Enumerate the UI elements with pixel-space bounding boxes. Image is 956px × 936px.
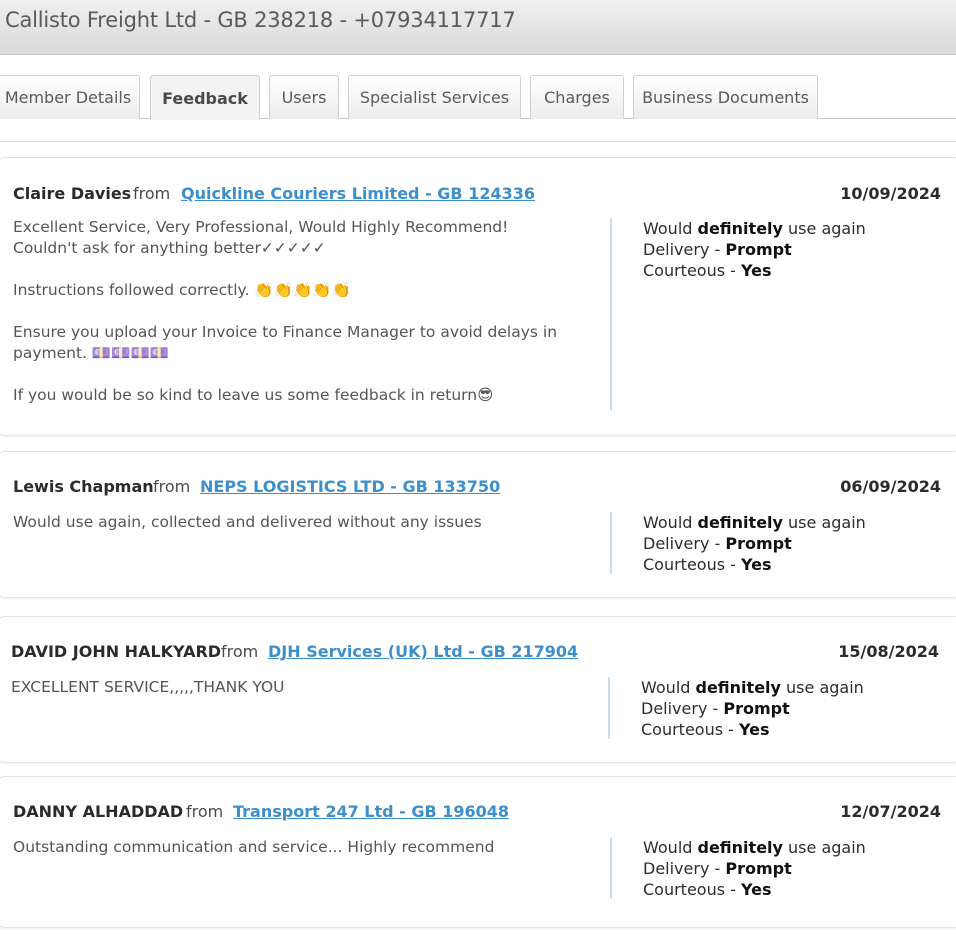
member-title: Callisto Freight Ltd - GB 238218 - +0793… xyxy=(5,8,516,32)
ratings-block: Would definitely use again Delivery - Pr… xyxy=(643,218,866,281)
comment-paragraph: Outstanding communication and service...… xyxy=(13,838,495,856)
delivery-rating: Delivery - Prompt xyxy=(643,534,792,553)
tab-member-details[interactable]: Member Details xyxy=(0,75,140,119)
from-label: from xyxy=(221,642,259,661)
from-label: from xyxy=(153,477,191,496)
courteous-rating: Courteous - Yes xyxy=(643,880,772,899)
tab-label: Users xyxy=(281,88,327,107)
feedback-comment: EXCELLENT SERVICE,,,,,THANK YOU xyxy=(11,677,581,698)
delivery-rating: Delivery - Prompt xyxy=(643,240,792,259)
page-header: Callisto Freight Ltd - GB 238218 - +0793… xyxy=(0,0,956,55)
reviewer-name: Lewis Chapman xyxy=(13,477,154,496)
column-divider xyxy=(610,512,612,574)
comment-paragraph: Ensure you upload your Invoice to Financ… xyxy=(13,323,558,362)
comment-paragraph: EXCELLENT SERVICE,,,,,THANK YOU xyxy=(11,678,285,696)
ratings-block: Would definitely use again Delivery - Pr… xyxy=(643,837,866,900)
would-use-again: Would definitely use again xyxy=(643,219,866,238)
tab-users[interactable]: Users xyxy=(269,75,339,119)
would-use-again: Would definitely use again xyxy=(641,678,864,697)
comment-paragraph: Instructions followed correctly. 👏👏👏👏👏 xyxy=(13,281,351,299)
tab-label: Charges xyxy=(544,88,610,107)
courteous-rating: Courteous - Yes xyxy=(641,720,770,739)
comment-paragraph: If you would be so kind to leave us some… xyxy=(13,386,494,404)
feedback-card: DANNY ALHADDAD from Transport 247 Ltd - … xyxy=(0,776,956,928)
courteous-rating: Courteous - Yes xyxy=(643,555,772,574)
feedback-header: DANNY ALHADDAD from Transport 247 Ltd - … xyxy=(0,802,956,826)
column-divider xyxy=(610,837,612,899)
from-label: from xyxy=(133,184,171,203)
reviewer-name: Claire Davies xyxy=(13,184,132,203)
reviewer-name: DAVID JOHN HALKYARD xyxy=(11,642,222,661)
feedback-date: 12/07/2024 xyxy=(840,802,941,821)
tab-label: Feedback xyxy=(162,88,248,108)
tab-label: Member Details xyxy=(4,88,132,107)
feedback-comment: Would use again, collected and delivered… xyxy=(13,512,583,533)
tab-feedback[interactable]: Feedback xyxy=(150,75,260,120)
tab-business-documents[interactable]: Business Documents xyxy=(633,75,818,119)
feedback-comment: Excellent Service, Very Professional, Wo… xyxy=(13,217,583,406)
company-link[interactable]: NEPS LOGISTICS LTD - GB 133750 xyxy=(200,477,500,496)
tab-label: Specialist Services xyxy=(359,88,510,107)
tab-specialist-services[interactable]: Specialist Services xyxy=(348,75,521,119)
from-label: from xyxy=(186,802,224,821)
column-divider xyxy=(608,677,610,739)
feedback-comment: Outstanding communication and service...… xyxy=(13,837,583,858)
tab-bar: Member Details Feedback Users Specialist… xyxy=(0,75,956,120)
delivery-rating: Delivery - Prompt xyxy=(643,859,792,878)
divider xyxy=(0,141,956,142)
company-link[interactable]: Transport 247 Ltd - GB 196048 xyxy=(233,802,509,821)
delivery-rating: Delivery - Prompt xyxy=(641,699,790,718)
company-link[interactable]: DJH Services (UK) Ltd - GB 217904 xyxy=(268,642,578,661)
ratings-block: Would definitely use again Delivery - Pr… xyxy=(643,512,866,575)
feedback-header: Claire Davies from Quickline Couriers Li… xyxy=(0,184,956,208)
reviewer-name: DANNY ALHADDAD xyxy=(13,802,184,821)
feedback-date: 06/09/2024 xyxy=(840,477,941,496)
column-divider xyxy=(610,218,612,411)
tab-charges[interactable]: Charges xyxy=(530,75,624,119)
feedback-header: Lewis Chapman from NEPS LOGISTICS LTD - … xyxy=(0,477,956,501)
ratings-block: Would definitely use again Delivery - Pr… xyxy=(641,677,864,740)
feedback-header: DAVID JOHN HALKYARD from DJH Services (U… xyxy=(0,642,956,666)
feedback-card: Claire Davies from Quickline Couriers Li… xyxy=(0,157,956,436)
feedback-card: DAVID JOHN HALKYARD from DJH Services (U… xyxy=(0,616,956,763)
feedback-card: Lewis Chapman from NEPS LOGISTICS LTD - … xyxy=(0,451,956,598)
comment-paragraph: Would use again, collected and delivered… xyxy=(13,513,482,531)
comment-paragraph: Excellent Service, Very Professional, Wo… xyxy=(13,218,509,257)
tab-label: Business Documents xyxy=(642,88,809,107)
company-link[interactable]: Quickline Couriers Limited - GB 124336 xyxy=(181,184,535,203)
would-use-again: Would definitely use again xyxy=(643,513,866,532)
would-use-again: Would definitely use again xyxy=(643,838,866,857)
courteous-rating: Courteous - Yes xyxy=(643,261,772,280)
feedback-date: 15/08/2024 xyxy=(838,642,939,661)
feedback-date: 10/09/2024 xyxy=(840,184,941,203)
